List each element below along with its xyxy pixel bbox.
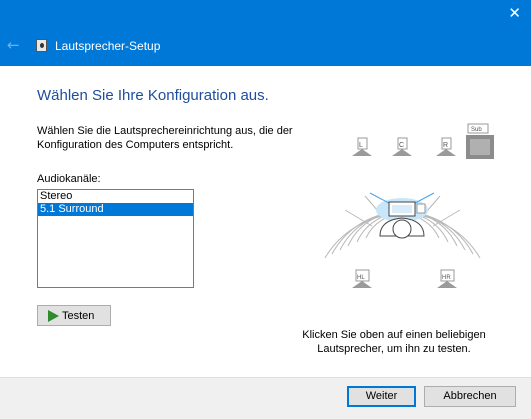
audio-channels-list[interactable]: Stereo 5.1 Surround <box>37 189 194 288</box>
title-bar: ✕ ← Lautsprecher-Setup <box>0 0 531 66</box>
page-heading: Wählen Sie Ihre Konfiguration aus. <box>37 87 269 104</box>
speaker-subwoofer-label: Sub <box>471 127 482 133</box>
speaker-center[interactable]: C <box>392 137 412 156</box>
speaker-rear-right[interactable]: HR <box>437 269 457 288</box>
speaker-front-left[interactable]: L <box>352 137 372 156</box>
speaker-front-right-label: R <box>443 142 448 149</box>
speaker-center-label: C <box>399 142 404 149</box>
speaker-rear-right-label: HR <box>442 275 451 281</box>
test-button[interactable]: Testen <box>37 305 111 326</box>
speaker-subwoofer[interactable]: Sub <box>466 123 494 159</box>
speaker-rear-left-label: HL <box>357 275 365 281</box>
speaker-rear-left[interactable]: HL <box>352 269 372 288</box>
test-button-label: Testen <box>62 310 95 322</box>
list-item-5-1-surround[interactable]: 5.1 Surround <box>38 203 193 216</box>
close-icon[interactable]: ✕ <box>508 4 521 22</box>
speaker-front-right[interactable]: R <box>436 137 456 156</box>
cancel-button[interactable]: Abbrechen <box>424 386 516 407</box>
speaker-front-left-label: L <box>359 142 363 149</box>
back-arrow-icon[interactable]: ← <box>7 36 20 54</box>
list-item-stereo[interactable]: Stereo <box>38 190 193 203</box>
speaker-diagram: L C R Sub HL HR <box>324 123 494 288</box>
next-button[interactable]: Weiter <box>347 386 416 407</box>
test-hint-text: Klicken Sie oben auf einen beliebigen La… <box>302 329 486 355</box>
audio-channels-label: Audiokanäle: <box>37 173 101 185</box>
speaker-app-icon <box>36 39 47 52</box>
page-description: Wählen Sie die Lautsprechereinrichtung a… <box>37 125 293 151</box>
play-icon <box>48 310 59 322</box>
window-title: Lautsprecher-Setup <box>55 39 161 53</box>
